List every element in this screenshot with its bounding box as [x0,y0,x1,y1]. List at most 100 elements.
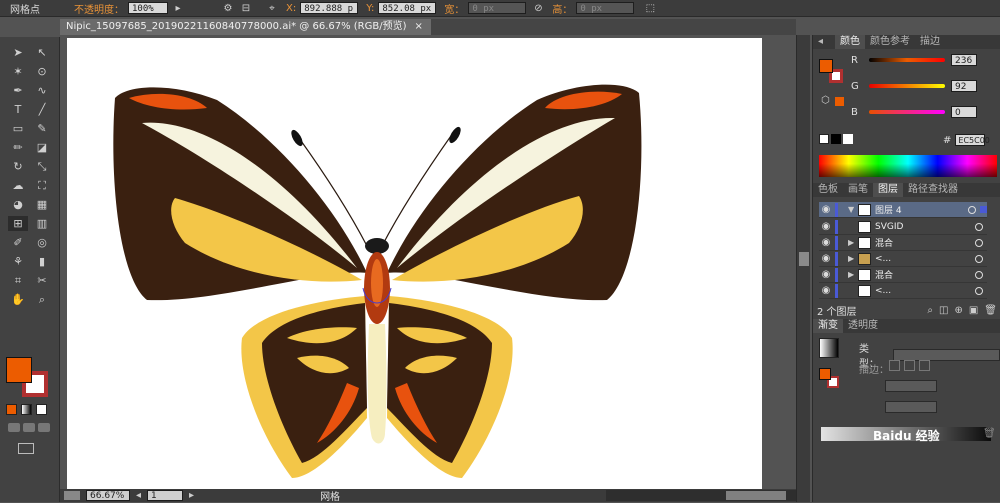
expand-triangle-icon[interactable]: ▶ [848,238,858,247]
tab-pathfinder[interactable]: 路径查找器 [903,183,963,197]
free-transform-tool-icon[interactable]: ⛶ [32,178,52,193]
prev-artboard-icon[interactable]: ◂ [136,490,141,501]
scroll-thumb[interactable] [799,252,809,266]
tab-swatches[interactable]: 色板 [813,183,843,197]
new-layer-icon[interactable]: ▣ [969,305,978,316]
tab-layers[interactable]: 图层 [873,183,903,197]
gamut-swatch[interactable] [835,97,844,106]
gradient-tool-icon[interactable]: ▥ [32,216,52,231]
draw-inside-icon[interactable] [38,423,50,432]
visibility-eye-icon[interactable]: ◉ [819,253,833,264]
green-value[interactable]: 92 [951,80,977,92]
opacity-field[interactable]: 100% [128,2,168,14]
target-circle-icon[interactable] [975,270,983,279]
tab-brushes[interactable]: 画笔 [843,183,873,197]
color-mode-icon[interactable] [6,404,17,415]
link-icon[interactable]: ⊘ [532,2,544,14]
artboard-tool-icon[interactable]: ⌗ [8,273,28,288]
warp-tool-icon[interactable]: ☁ [8,178,28,193]
layer-row[interactable]: ◉ ▶ 混合 [819,235,987,251]
rectangle-tool-icon[interactable]: ▭ [8,121,28,136]
collapse-icon[interactable]: ◂ [813,35,835,49]
zoom-tool-icon[interactable]: ⌕ [32,292,52,307]
hex-value-field[interactable]: EC5C00 [955,134,990,146]
visibility-eye-icon[interactable]: ◉ [819,269,833,280]
black-swatch[interactable] [831,134,841,144]
layer-name[interactable]: 混合 [875,268,975,281]
next-artboard-icon[interactable]: ▸ [189,490,194,501]
pencil-tool-icon[interactable]: ✏ [8,140,28,155]
color-spectrum[interactable] [819,155,997,177]
hand-tool-icon[interactable]: ✋ [8,292,28,307]
slice-tool-icon[interactable]: ✂ [32,273,52,288]
canvas-horizontal-scrollbar[interactable] [606,490,796,501]
close-tab-icon[interactable]: × [415,19,423,35]
delete-layer-icon[interactable]: 🗑 [984,305,997,316]
stroke-across-icon[interactable] [919,360,930,371]
layer-row[interactable]: ◉ <... [819,283,987,299]
layer-row[interactable]: ◉ ▶ 混合 [819,267,987,283]
symbol-sprayer-tool-icon[interactable]: ⚘ [8,254,28,269]
visibility-eye-icon[interactable]: ◉ [819,237,833,248]
scale-tool-icon[interactable]: ⤡ [32,159,52,174]
magic-wand-tool-icon[interactable]: ✶ [8,64,28,79]
blend-tool-icon[interactable]: ◎ [32,235,52,250]
tab-color[interactable]: 颜色 [835,35,865,49]
eyedropper-tool-icon[interactable]: ✐ [8,235,28,250]
tab-color-guide[interactable]: 颜色参考 [865,35,915,49]
stroke-along-icon[interactable] [904,360,915,371]
canvas-area[interactable] [60,35,796,489]
curvature-tool-icon[interactable]: ∿ [32,83,52,98]
stroke-within-icon[interactable] [889,360,900,371]
tab-gradient[interactable]: 渐变 [813,319,843,333]
visibility-eye-icon[interactable]: ◉ [819,204,833,215]
fill-swatch[interactable] [6,357,32,383]
width-field[interactable]: 0 px [468,2,527,14]
draw-normal-icon[interactable] [8,423,20,432]
delete-stop-icon[interactable]: 🗑 [983,428,996,439]
opacity-dropdown-icon[interactable]: ▸ [172,2,184,14]
reference-point-icon[interactable]: ⌖ [266,2,278,14]
screen-mode-icon[interactable] [18,443,34,454]
clipping-mask-icon[interactable]: ◫ [939,305,948,316]
layer-row[interactable]: ◉ ▶ <... [819,251,987,267]
green-slider[interactable] [869,84,945,88]
new-sublayer-icon[interactable]: ⊕ [954,305,962,316]
selection-indicator[interactable] [980,206,987,213]
expand-triangle-icon[interactable]: ▶ [848,254,858,263]
gradient-fill-swatch[interactable] [819,368,831,380]
column-graph-tool-icon[interactable]: ▮ [32,254,52,269]
tab-transparency[interactable]: 透明度 [843,319,883,333]
document-tab[interactable]: Nipic_15097685_20190221160840778000.ai* … [60,19,431,35]
hscroll-thumb[interactable] [726,491,786,500]
panel-fill-swatch[interactable] [819,59,833,73]
layer-name[interactable]: <... [875,254,975,264]
selection-tool-icon[interactable]: ➤ [8,45,28,60]
canvas-vertical-scrollbar[interactable] [796,35,810,502]
gradient-preview[interactable] [819,338,839,358]
paintbrush-tool-icon[interactable]: ✎ [32,121,52,136]
gradient-aspect-field[interactable] [885,401,937,413]
align-icon[interactable]: ⊟ [240,2,252,14]
target-circle-icon[interactable] [975,238,983,247]
lasso-tool-icon[interactable]: ⊙ [32,64,52,79]
rotate-tool-icon[interactable]: ↻ [8,159,28,174]
artboard[interactable] [67,38,762,489]
none-mode-icon[interactable] [36,404,47,415]
white-swatch[interactable] [843,134,853,144]
layer-name[interactable]: 图层 4 [875,203,968,216]
cube-icon[interactable]: ⬡ [821,95,833,106]
target-circle-icon[interactable] [975,286,983,295]
expand-triangle-icon[interactable]: ▼ [848,205,858,214]
tab-stroke[interactable]: 描边 [915,35,945,49]
type-tool-icon[interactable]: T [8,102,28,117]
expand-triangle-icon[interactable]: ▶ [848,270,858,279]
pen-tool-icon[interactable]: ✒ [8,83,28,98]
red-value[interactable]: 236 [951,54,977,66]
direct-selection-tool-icon[interactable]: ↖ [32,45,52,60]
x-field[interactable]: 892.888 p [300,2,359,14]
transform-icon[interactable]: ⬚ [644,2,656,14]
line-tool-icon[interactable]: ╱ [32,102,52,117]
target-circle-icon[interactable] [975,254,983,263]
artboard-nav-icon[interactable] [64,491,80,500]
